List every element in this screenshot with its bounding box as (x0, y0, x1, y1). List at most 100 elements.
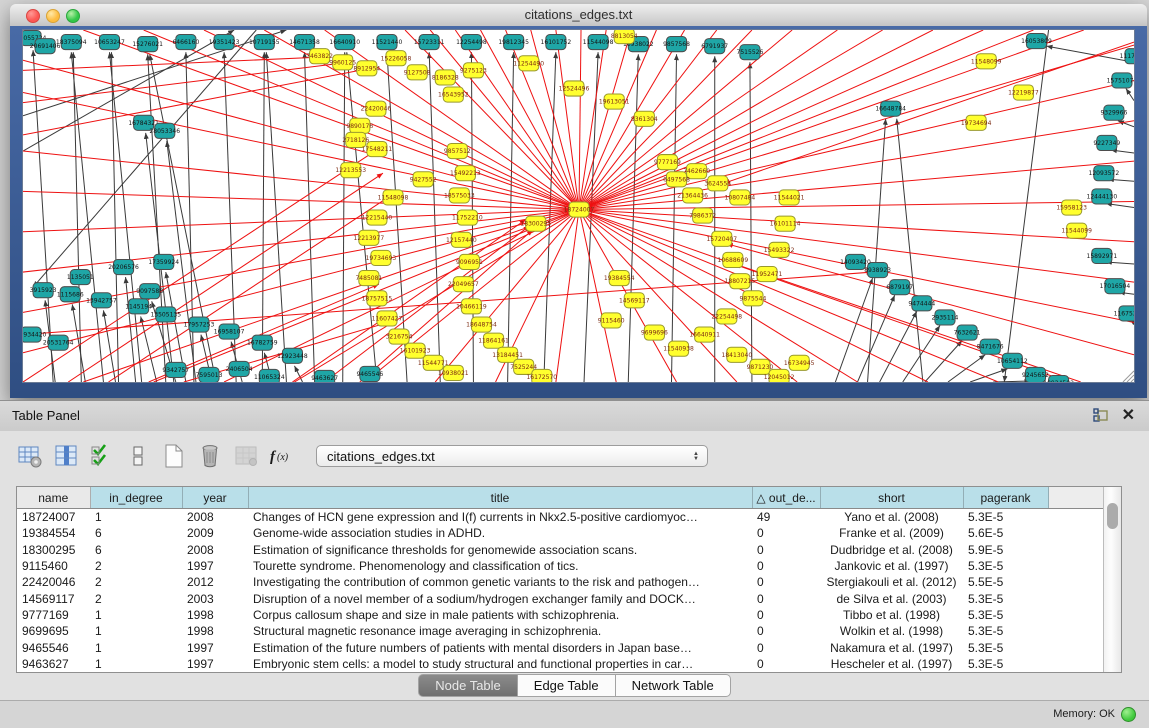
table-cell[interactable]: Yano et al. (2008) (820, 509, 963, 526)
graph-node[interactable]: 14569117 (619, 293, 650, 308)
table-cell[interactable]: 0 (752, 574, 820, 590)
table-cell[interactable]: 1997 (182, 639, 248, 655)
table-cell[interactable]: Changes of HCN gene expression and I(f) … (248, 509, 752, 526)
table-cell[interactable]: 2008 (182, 509, 248, 526)
graph-node[interactable]: 6791937 (701, 39, 728, 54)
graph-node[interactable]: 11544098 (583, 35, 614, 50)
graph-node[interactable]: 8186328 (432, 70, 459, 85)
graph-node[interactable]: 12254498 (456, 35, 487, 50)
graph-node[interactable]: 9329966 (1100, 105, 1127, 120)
graph-node[interactable]: 7632621 (954, 325, 981, 340)
table-row[interactable]: 946362711997Embryonic stem cells: a mode… (17, 656, 1103, 672)
table-row[interactable]: 977716911998Corpus callosum shape and si… (17, 607, 1103, 623)
table-cell[interactable]: 1 (90, 623, 182, 639)
graph-node[interactable]: 15892971 (1086, 248, 1117, 263)
graph-node[interactable]: 12923448 (277, 348, 308, 363)
graph-node[interactable]: 2935114 (932, 310, 959, 325)
table-cell[interactable]: 49 (752, 509, 820, 526)
table-cell[interactable]: 6 (90, 542, 182, 558)
table-cell[interactable]: 22420046 (17, 574, 90, 590)
table-row[interactable]: 1830029562008Estimation of significance … (17, 542, 1103, 558)
graph-node[interactable]: 12093572 (1089, 166, 1120, 181)
graph-node[interactable]: 2406504 (226, 361, 253, 376)
graph-node[interactable]: 22254498 (711, 309, 742, 324)
table-row[interactable]: 2242004622012Investigating the contribut… (17, 574, 1103, 590)
table-cell[interactable]: 9699695 (17, 623, 90, 639)
graph-node[interactable]: 9857568 (663, 37, 690, 52)
graph-node[interactable]: 9275123 (460, 63, 487, 78)
table-cell[interactable]: de Silva et al. (2003) (820, 590, 963, 606)
float-window-icon[interactable] (1093, 408, 1109, 424)
table-cell[interactable]: 1 (90, 509, 182, 526)
graph-node[interactable]: 11521440 (372, 35, 403, 50)
table-cell[interactable]: 0 (752, 558, 820, 574)
table-cell[interactable]: 0 (752, 656, 820, 672)
graph-node[interactable]: 22420046 (361, 101, 392, 116)
table-cell[interactable]: 5.3E-5 (963, 509, 1048, 526)
graph-node[interactable]: 9096951 (456, 254, 483, 269)
table-cell[interactable]: 9463627 (17, 656, 90, 672)
graph-node[interactable]: 8361304 (631, 111, 658, 126)
table-cell[interactable]: 1 (90, 639, 182, 655)
graph-node[interactable]: 16734945 (784, 355, 815, 370)
column-header-out_de[interactable]: △ out_de... (752, 487, 820, 509)
table-cell[interactable]: 5.3E-5 (963, 558, 1048, 574)
graph-node[interactable]: 9127508 (404, 65, 431, 80)
vertical-scrollbar[interactable] (1103, 487, 1121, 672)
graph-node[interactable]: 19613051 (599, 94, 630, 109)
graph-node[interactable]: 18575033 (444, 188, 475, 203)
graph-node[interactable]: 8813054 (611, 30, 638, 44)
column-header-title[interactable]: title (248, 487, 752, 509)
graph-node[interactable]: 7986372 (689, 208, 716, 223)
graph-node[interactable]: 16958107 (214, 324, 245, 339)
graph-node[interactable]: 11544099 (1061, 223, 1092, 238)
table-cell[interactable]: Tourette syndrome. Phenomenology and cla… (248, 558, 752, 574)
column-header-short[interactable]: short (820, 487, 963, 509)
graph-node[interactable]: 20531764 (43, 335, 74, 350)
table-mode-icon[interactable] (14, 441, 46, 471)
table-cell[interactable]: 1997 (182, 656, 248, 672)
graph-node[interactable]: 11548099 (971, 54, 1002, 69)
window-titlebar[interactable]: citations_edges.txt (10, 4, 1147, 27)
table-cell[interactable]: Wolkin et al. (1998) (820, 623, 963, 639)
table-cell[interactable]: 5.5E-5 (963, 574, 1048, 590)
table-row[interactable]: 1938455462009Genome-wide association stu… (17, 525, 1103, 541)
table-select-dropdown[interactable]: citations_edges.txt ▲▼ (316, 445, 708, 467)
graph-node[interactable]: 17359924 (148, 254, 179, 269)
table-cell[interactable]: Nakamura et al. (1997) (820, 639, 963, 655)
graph-node[interactable]: 12213553 (335, 163, 366, 178)
table-cell[interactable]: Franke et al. (2009) (820, 525, 963, 541)
table-row[interactable]: 1872400712008Changes of HCN gene express… (17, 509, 1103, 526)
table-cell[interactable]: Tibbo et al. (1998) (820, 607, 963, 623)
graph-node[interactable]: 9227349 (1093, 135, 1120, 150)
graph-node[interactable]: 9960125 (329, 55, 356, 70)
graph-node[interactable]: 9699696 (641, 325, 668, 340)
graph-node[interactable]: 15723311 (414, 35, 445, 50)
table-cell[interactable]: 14569117 (17, 590, 90, 606)
graph-node[interactable]: 1135051 (67, 270, 94, 285)
table-cell[interactable]: Dudbridge et al. (2008) (820, 542, 963, 558)
graph-node[interactable]: 11065324 (254, 369, 285, 382)
table-cell[interactable]: 0 (752, 639, 820, 655)
table-cell[interactable]: 18300295 (17, 542, 90, 558)
column-select-icon[interactable] (50, 441, 82, 471)
graph-node[interactable]: 3216754 (386, 329, 413, 344)
graph-node[interactable]: 9097588 (136, 284, 163, 299)
table-cell[interactable]: 1 (90, 607, 182, 623)
graph-node[interactable]: 9777169 (654, 155, 681, 170)
tab-node-table[interactable]: Node Table (418, 674, 518, 697)
function-builder-icon[interactable]: f (x) (266, 441, 298, 471)
column-header-name[interactable]: name (17, 487, 90, 509)
graph-node[interactable]: 16101752 (541, 35, 572, 50)
table-cell[interactable]: Stergiakouli et al. (2012) (820, 574, 963, 590)
scrollbar-thumb[interactable] (1107, 503, 1118, 529)
graph-node[interactable]: 7515526 (737, 45, 764, 60)
graph-node[interactable]: 16543952 (438, 87, 469, 102)
table-row[interactable]: 969969511998Structural magnetic resonanc… (17, 623, 1103, 639)
graph-node[interactable]: 16101114 (770, 216, 801, 231)
graph-node[interactable]: 15492213 (450, 166, 481, 181)
table-cell[interactable]: 5.3E-5 (963, 607, 1048, 623)
graph-node[interactable]: 18413040 (722, 347, 753, 362)
column-header-year[interactable]: year (182, 487, 248, 509)
graph-node[interactable]: 11864161 (478, 333, 509, 348)
